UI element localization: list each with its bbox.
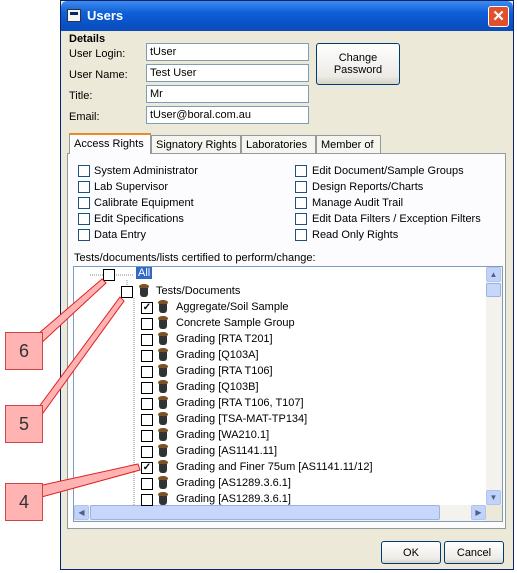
title-bar[interactable]: Users ✕ (61, 1, 513, 31)
change-password-line1: Change (338, 52, 378, 64)
details-heading: Details (69, 33, 106, 45)
read-only-rights-checkbox[interactable] (295, 229, 307, 241)
lab-supervisor-label: Lab Supervisor (94, 181, 168, 193)
tree-vertical-scrollbar[interactable]: ▲ ▼ (486, 267, 502, 505)
read-only-rights-label: Read Only Rights (312, 229, 399, 241)
ok-button[interactable]: OK (381, 541, 441, 564)
tree-item-label: Grading and Finer 75um [AS1141.11/12] (176, 461, 373, 473)
user-login-label: User Login: (69, 48, 126, 60)
manage-audit-trail-label: Manage Audit Trail (312, 197, 404, 209)
scroll-corner (486, 505, 502, 521)
test-icon (156, 396, 170, 409)
tree-item-checkbox[interactable] (141, 366, 153, 378)
tree-item-label: Concrete Sample Group (176, 317, 295, 329)
close-button[interactable]: ✕ (488, 6, 509, 27)
change-password-button[interactable]: Change Password (316, 43, 400, 85)
tree-item-label: Grading [RTA T106] (176, 365, 273, 377)
edit-data-filters-label: Edit Data Filters / Exception Filters (312, 213, 481, 225)
scroll-up-icon[interactable]: ▲ (486, 267, 501, 282)
vertical-scroll-thumb[interactable] (486, 283, 501, 297)
scroll-down-icon[interactable]: ▼ (486, 490, 501, 505)
test-icon (156, 492, 170, 505)
tree-item-checkbox[interactable] (141, 430, 153, 442)
system-administrator-checkbox[interactable] (78, 165, 90, 177)
user-login-field[interactable]: tUser (146, 43, 309, 61)
tree-item-checkbox[interactable] (141, 446, 153, 458)
data-entry-label: Data Entry (94, 229, 146, 241)
tree-item-checkbox[interactable] (141, 478, 153, 490)
horizontal-scroll-thumb[interactable] (90, 505, 440, 520)
callout-4: 4 (5, 483, 43, 521)
root-all-label[interactable]: All (136, 267, 153, 279)
test-icon (156, 476, 170, 489)
tree-item-label: Grading [AS1289.3.6.1] (176, 477, 291, 489)
test-icon (156, 364, 170, 377)
group-folder-icon (137, 284, 151, 297)
manage-audit-trail-checkbox[interactable] (295, 197, 307, 209)
tree-item-checkbox[interactable] (141, 494, 153, 506)
data-entry-checkbox[interactable] (78, 229, 90, 241)
tree-item-checkbox[interactable] (141, 350, 153, 362)
email-label: Email: (69, 111, 100, 123)
calibrate-equipment-label: Calibrate Equipment (94, 197, 194, 209)
title-field[interactable]: Mr (146, 85, 309, 103)
lab-supervisor-checkbox[interactable] (78, 181, 90, 193)
tree-horizontal-scrollbar[interactable]: ◀ ▶ (74, 505, 486, 521)
tree-item-label: Grading [AS1289.3.6.1] (176, 493, 291, 505)
scroll-right-icon[interactable]: ▶ (471, 505, 486, 520)
test-icon (156, 460, 170, 473)
tab-laboratories[interactable]: Laboratories (241, 135, 316, 153)
tree-item-label: Grading [Q103B] (176, 381, 259, 393)
window-icon (67, 9, 81, 22)
user-name-field[interactable]: Test User (146, 64, 309, 82)
test-icon (156, 348, 170, 361)
email-field[interactable]: tUser@boral.com.au (146, 106, 309, 124)
test-icon (156, 428, 170, 441)
change-password-line2: Password (333, 64, 383, 76)
title-label: Title: (69, 90, 93, 102)
test-icon (156, 412, 170, 425)
edit-specifications-label: Edit Specifications (94, 213, 184, 225)
tab-member-of[interactable]: Member of (316, 135, 381, 153)
tests-documents-checkbox[interactable] (121, 286, 133, 298)
root-all-checkbox[interactable] (103, 269, 115, 281)
edit-document-sample-groups-label: Edit Document/Sample Groups (312, 165, 464, 177)
window-title: Users (87, 8, 124, 23)
callout-5: 5 (5, 405, 43, 443)
design-reports-charts-checkbox[interactable] (295, 181, 307, 193)
sample-group-icon (156, 316, 170, 329)
tree-item-checkbox[interactable] (141, 382, 153, 394)
edit-data-filters-checkbox[interactable] (295, 213, 307, 225)
tree-item-checkbox[interactable] (141, 414, 153, 426)
sample-group-icon (156, 300, 170, 313)
user-name-label: User Name: (69, 69, 128, 81)
test-icon (156, 380, 170, 393)
tree-item-checkbox[interactable]: ✓ (141, 302, 153, 314)
test-icon (156, 332, 170, 345)
edit-specifications-checkbox[interactable] (78, 213, 90, 225)
tab-signatory-rights[interactable]: Signatory Rights (151, 135, 241, 153)
tests-documents-label: Tests/Documents (156, 285, 241, 297)
tree-item-label: Grading [AS1141.11] (176, 445, 278, 457)
tree-item-label: Grading [RTA T106, T107] (176, 397, 304, 409)
callout-6: 6 (5, 332, 43, 370)
tree-heading: Tests/documents/lists certified to perfo… (74, 252, 316, 264)
edit-document-sample-groups-checkbox[interactable] (295, 165, 307, 177)
scroll-left-icon[interactable]: ◀ (74, 505, 89, 520)
design-reports-charts-label: Design Reports/Charts (312, 181, 424, 193)
test-icon (156, 444, 170, 457)
cancel-button[interactable]: Cancel (444, 541, 504, 564)
tab-access-rights[interactable]: Access Rights (69, 133, 151, 154)
tree-item-checkbox[interactable]: ✓ (141, 462, 153, 474)
system-administrator-label: System Administrator (94, 165, 198, 177)
tree-item-checkbox[interactable] (141, 398, 153, 410)
tree-item-label: Grading [TSA-MAT-TP134] (176, 413, 308, 425)
tree-item-label: Grading [WA210.1] (176, 429, 270, 441)
tree-item-checkbox[interactable] (141, 318, 153, 330)
tree-item-label: Grading [Q103A] (176, 349, 259, 361)
calibrate-equipment-checkbox[interactable] (78, 197, 90, 209)
tree-item-label: Aggregate/Soil Sample (176, 301, 289, 313)
tree-item-label: Grading [RTA T201] (176, 333, 273, 345)
tree-item-checkbox[interactable] (141, 334, 153, 346)
